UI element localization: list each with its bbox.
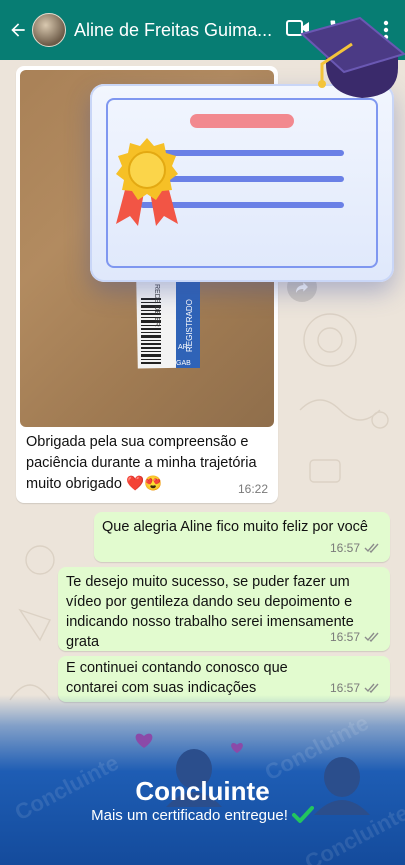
label-code-text: REDE DE BR [153, 284, 160, 327]
time-label: 16:22 [237, 482, 268, 496]
certificate-title-bar [190, 114, 294, 128]
message-text: Que alegria Aline fico muito feliz por v… [102, 519, 368, 535]
seal-ribbon-icon [116, 138, 178, 226]
outgoing-message[interactable]: Te desejo muito sucesso, se puder fazer … [58, 567, 390, 651]
time-label: 16:57 [329, 630, 360, 644]
banner-title: Concluinte [135, 776, 270, 806]
double-check-icon [364, 543, 379, 553]
outgoing-message[interactable]: Que alegria Aline fico muito feliz por v… [94, 512, 390, 562]
time-label: 16:57 [329, 541, 360, 555]
contact-name[interactable]: Aline de Freitas Guima... [74, 20, 274, 41]
heart-icon [231, 743, 243, 754]
message-text: E continuei contando conosco que contare… [66, 660, 288, 696]
message-time: 16:57 [330, 627, 380, 647]
message-time: 16:22 [238, 479, 268, 499]
contact-avatar[interactable] [32, 13, 66, 47]
double-check-icon [364, 683, 379, 693]
message-text: Obrigada pela sua compreensão e paciênci… [26, 432, 266, 495]
back-arrow-icon[interactable] [4, 20, 32, 40]
check-mark-icon [291, 806, 314, 823]
heart-icon [135, 733, 153, 748]
promo-banner: Concluinte Concluinte Concluinte Conclui… [0, 695, 405, 865]
graduation-cap-icon [300, 16, 405, 98]
double-check-icon [364, 632, 379, 642]
banner-subtitle-row: Mais um certificado entregue! [0, 806, 405, 824]
banner-subtitle: Mais um certificado entregue! [91, 806, 288, 824]
emoji: ❤️😍 [125, 476, 163, 492]
label-gab-text: GAB [176, 360, 191, 367]
message-time: 16:57 [330, 538, 380, 558]
